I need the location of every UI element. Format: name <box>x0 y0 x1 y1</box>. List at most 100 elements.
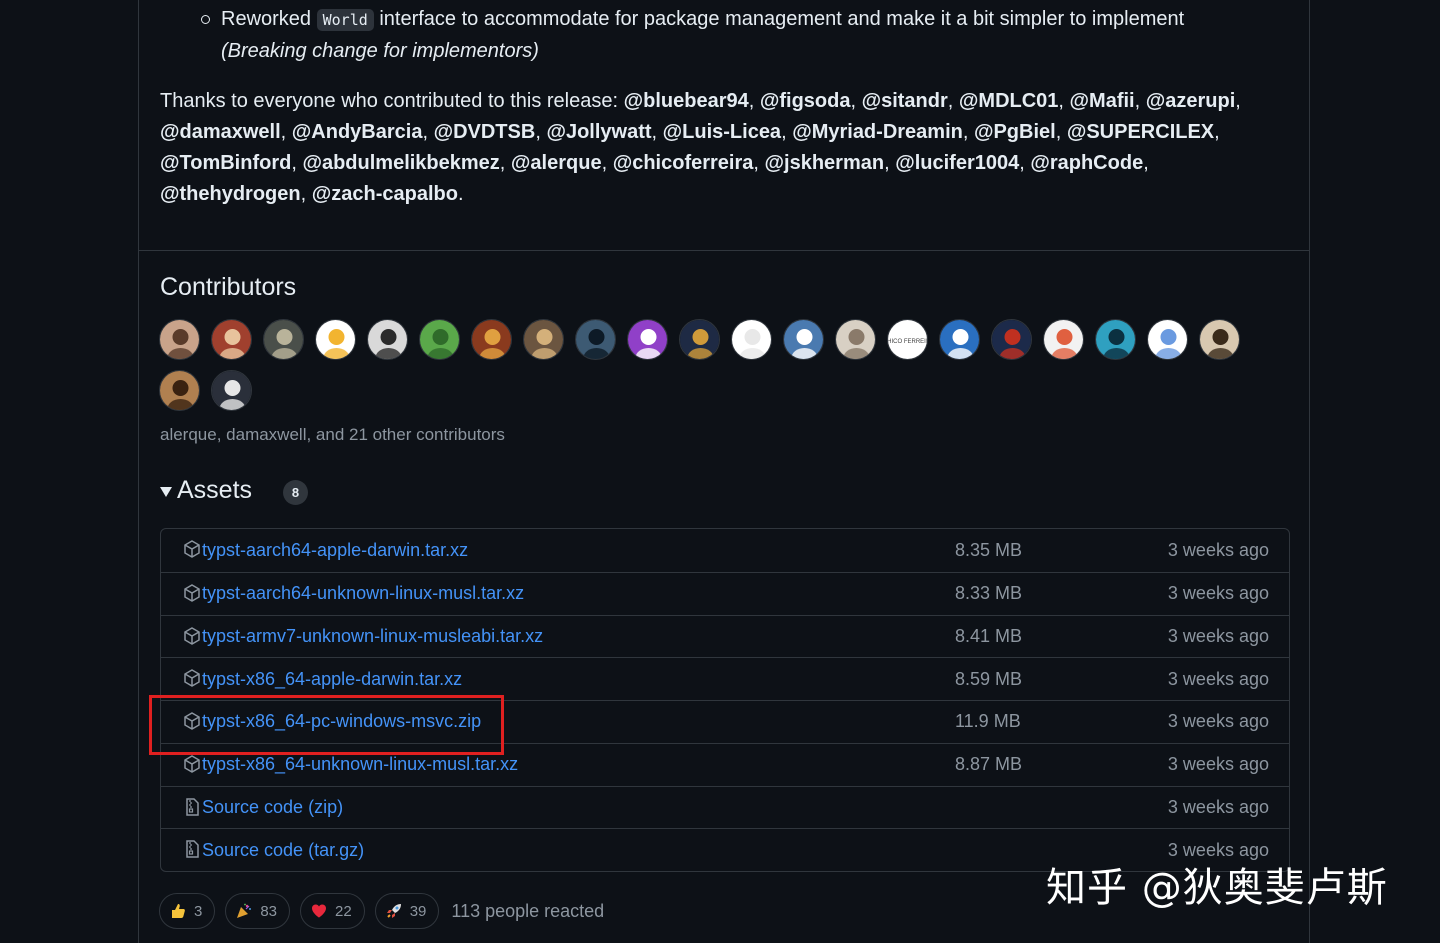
asset-name: typst-x86_64-unknown-linux-musl.tar.xz <box>202 754 519 775</box>
mention-link[interactable]: @MDLC01 <box>959 90 1059 112</box>
asset-link[interactable]: typst-armv7-unknown-linux-musleabi.tar.x… <box>202 626 543 647</box>
asset-date: 3 weeks ago <box>1167 583 1269 604</box>
reaction-button[interactable]: 39 <box>374 893 440 929</box>
package-icon <box>182 583 202 603</box>
bullet-prefix: Reworked <box>221 8 312 30</box>
contributor-avatar[interactable] <box>211 370 252 411</box>
asset-link[interactable]: typst-aarch64-unknown-linux-musl.tar.xz <box>202 583 524 604</box>
contributor-avatar[interactable] <box>1043 319 1084 360</box>
mention-link[interactable]: @zach-capalbo <box>312 183 458 205</box>
section-divider <box>139 250 1309 251</box>
contributor-avatar[interactable] <box>835 319 876 360</box>
caret-down-icon <box>160 486 172 497</box>
mention-separator: , <box>962 121 974 143</box>
mention-link[interactable]: @Mafii <box>1070 90 1135 112</box>
contributor-avatar[interactable] <box>575 319 616 360</box>
contributor-avatar[interactable] <box>523 319 564 360</box>
mention-link[interactable]: @alerque <box>511 152 602 174</box>
asset-date: 3 weeks ago <box>1167 711 1269 732</box>
contributor-avatar[interactable]: CHICO FERREIRA <box>887 319 928 360</box>
asset-size: 8.33 MB <box>955 583 1023 604</box>
assets-count-badge: 8 <box>283 480 309 505</box>
asset-date: 3 weeks ago <box>1167 796 1269 817</box>
bullet-marker <box>201 15 210 24</box>
mention-link[interactable]: @thehydrogen <box>160 183 301 205</box>
asset-link[interactable]: typst-x86_64-unknown-linux-musl.tar.xz <box>202 754 518 775</box>
mention-link[interactable]: @azerupi <box>1146 90 1236 112</box>
mention-link[interactable]: @bluebear94 <box>624 90 749 112</box>
mention-separator: , <box>535 121 547 143</box>
contributor-avatar[interactable] <box>731 319 772 360</box>
package-icon <box>182 626 202 646</box>
contributor-avatar[interactable] <box>939 319 980 360</box>
contributors-summary[interactable]: alerque, damaxwell, and 21 other contrib… <box>160 425 505 445</box>
assets-heading: Assets <box>177 476 253 504</box>
asset-name: typst-armv7-unknown-linux-musleabi.tar.x… <box>202 625 544 646</box>
mention-link[interactable]: @PgBiel <box>974 121 1056 143</box>
asset-size: 8.41 MB <box>955 625 1023 646</box>
reaction-count: 22 <box>335 902 352 920</box>
reaction-button[interactable]: 83 <box>225 893 291 929</box>
release-panel: Reworked World interface to accommodate … <box>138 0 1310 943</box>
asset-row: typst-aarch64-apple-darwin.tar.xz 8.35 MB… <box>161 529 1289 572</box>
mention-link[interactable]: @figsoda <box>760 90 851 112</box>
contributor-avatar[interactable] <box>1147 319 1188 360</box>
mention-separator: , <box>748 90 760 112</box>
asset-size: 8.59 MB <box>955 668 1023 689</box>
mention-link[interactable]: @TomBinford <box>160 152 291 174</box>
mention-link[interactable]: @chicoferreira <box>613 152 754 174</box>
contributor-avatar[interactable] <box>263 319 304 360</box>
mention-link[interactable]: @sitandr <box>862 90 948 112</box>
mention-link[interactable]: @AndyBarcia <box>292 121 423 143</box>
mention-link[interactable]: @Luis-Licea <box>663 121 781 143</box>
mention-separator: , <box>422 121 434 143</box>
mention-separator: , <box>1055 121 1067 143</box>
contributor-avatar[interactable] <box>315 319 356 360</box>
code-world: World <box>316 9 374 31</box>
file-zip-icon <box>182 839 202 859</box>
bullet-note: (Breaking change for implementors) <box>221 40 539 62</box>
contributor-avatar[interactable] <box>159 319 200 360</box>
asset-name: typst-aarch64-apple-darwin.tar.xz <box>202 539 469 560</box>
mention-separator: , <box>884 152 896 174</box>
mention-link[interactable]: @abdulmelikbekmez <box>302 152 499 174</box>
contributor-avatar[interactable] <box>627 319 668 360</box>
asset-link[interactable]: Source code (zip) <box>202 797 343 818</box>
asset-date: 3 weeks ago <box>1167 668 1269 689</box>
contributor-avatar[interactable] <box>159 370 200 411</box>
asset-link[interactable]: Source code (tar.gz) <box>202 840 364 861</box>
asset-name: typst-x86_64-apple-darwin.tar.xz <box>202 668 463 689</box>
contributor-avatar[interactable] <box>367 319 408 360</box>
contributor-avatar[interactable] <box>419 319 460 360</box>
contributor-avatar[interactable] <box>991 319 1032 360</box>
contributor-avatar[interactable] <box>1199 319 1240 360</box>
reaction-button[interactable]: 22 <box>300 893 365 929</box>
asset-date: 3 weeks ago <box>1167 754 1269 775</box>
asset-date: 3 weeks ago <box>1167 539 1269 560</box>
assets-toggle[interactable]: Assets 8 <box>160 476 309 505</box>
contributors-heading: Contributors <box>160 273 297 301</box>
mention-link[interactable]: @SUPERCILEX <box>1067 121 1214 143</box>
reaction-button[interactable]: 3 <box>159 893 216 929</box>
mention-link[interactable]: @Jollywatt <box>546 121 651 143</box>
mention-link[interactable]: @raphCode <box>1030 152 1143 174</box>
reaction-count: 83 <box>260 902 278 920</box>
asset-link[interactable]: typst-aarch64-apple-darwin.tar.xz <box>202 540 468 561</box>
mention-link[interactable]: @DVDTSB <box>434 121 536 143</box>
mention-link[interactable]: @damaxwell <box>160 121 281 143</box>
mention-link[interactable]: @Myriad-Dreamin <box>792 121 963 143</box>
contributor-avatar[interactable] <box>783 319 824 360</box>
contributor-avatar[interactable] <box>679 319 720 360</box>
asset-link[interactable]: typst-x86_64-apple-darwin.tar.xz <box>202 669 462 690</box>
mention-link[interactable]: @lucifer1004 <box>895 152 1019 174</box>
asset-row: typst-armv7-unknown-linux-musleabi.tar.x… <box>161 614 1289 658</box>
contributor-avatar[interactable] <box>471 319 512 360</box>
thanks-prefix: Thanks to everyone who contributed to th… <box>160 90 619 112</box>
mention-link[interactable]: @jskherman <box>765 152 885 174</box>
asset-name-suffix: (tar.gz) <box>303 839 365 860</box>
contributor-avatar[interactable] <box>211 319 252 360</box>
contributors-avatars: CHICO FERREIRA <box>159 319 1259 411</box>
party-popper-icon <box>236 903 252 919</box>
contributor-avatar[interactable] <box>1095 319 1136 360</box>
reactions-bar: 3 83 22 39 113 people reacted <box>159 893 604 929</box>
